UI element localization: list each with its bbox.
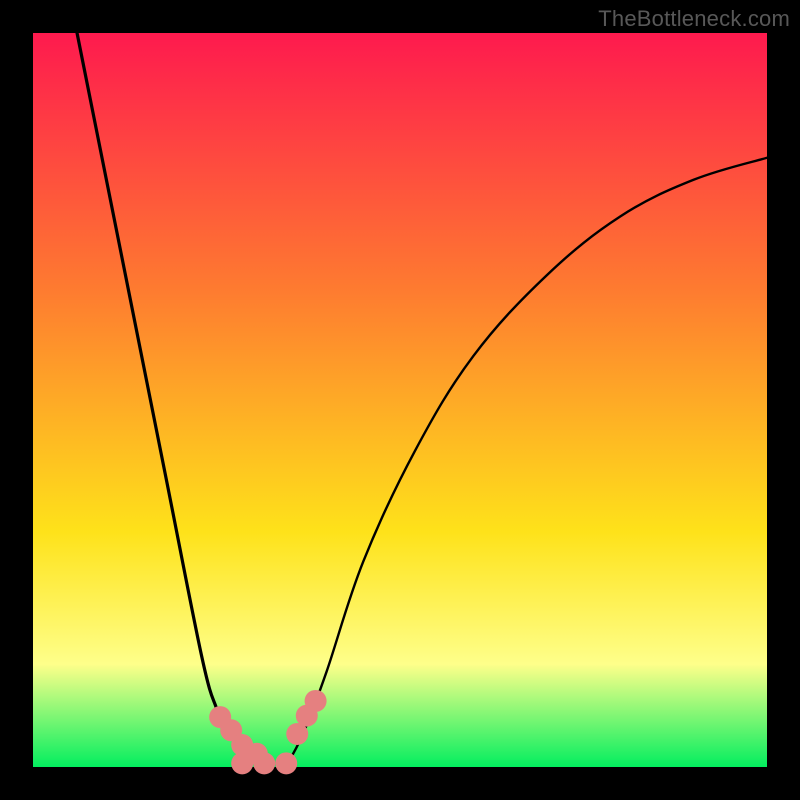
marker-dot bbox=[231, 752, 253, 774]
plot-background bbox=[33, 33, 767, 767]
chart-frame: TheBottleneck.com bbox=[0, 0, 800, 800]
marker-dot bbox=[275, 752, 297, 774]
marker-dot bbox=[253, 752, 275, 774]
marker-dot bbox=[305, 690, 327, 712]
chart-svg bbox=[0, 0, 800, 800]
watermark-text: TheBottleneck.com bbox=[598, 6, 790, 32]
